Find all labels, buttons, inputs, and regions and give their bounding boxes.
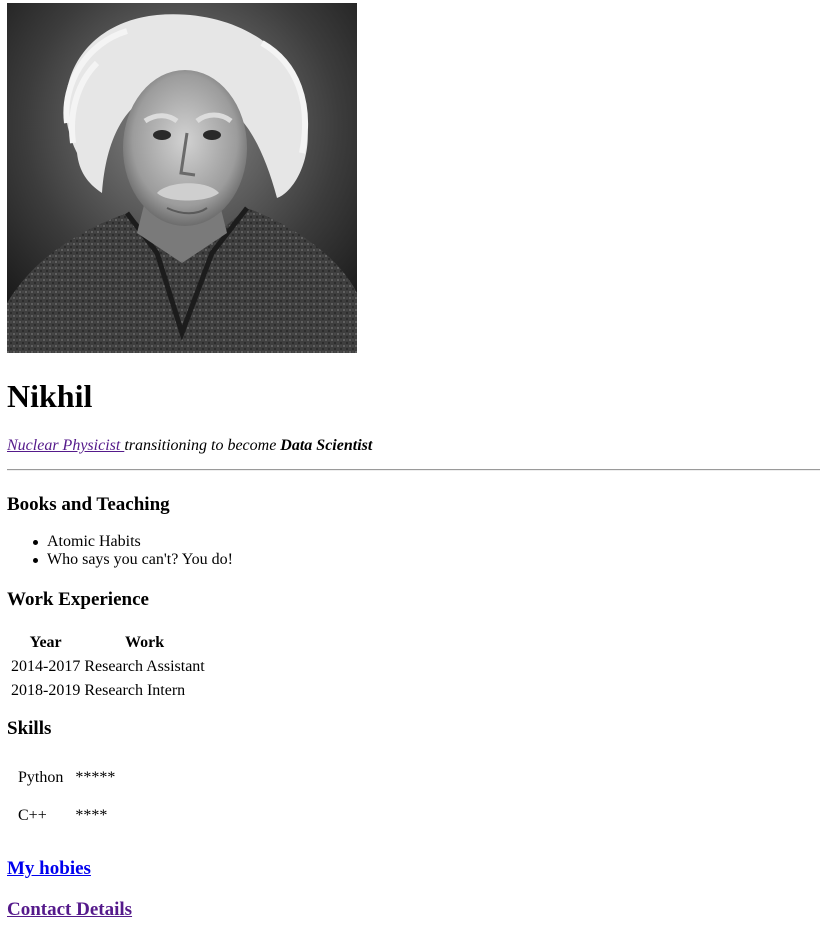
- contact-details-link[interactable]: Contact Details: [7, 899, 132, 920]
- list-item: Who says you can't? You do!: [33, 551, 233, 568]
- skill-name: C++: [18, 807, 47, 824]
- skills-heading: Skills: [7, 718, 52, 739]
- column-header-work: Work: [124, 634, 165, 651]
- profile-photo: [7, 3, 357, 353]
- skill-name: Python: [18, 769, 64, 786]
- work-experience-table: Year Work 2014-2017 Research Assistant 2…: [8, 630, 208, 704]
- table-header-row: Year Work: [10, 632, 206, 654]
- profile-name: Nikhil: [7, 378, 93, 414]
- table-row: C++ ****: [10, 798, 121, 834]
- table-cell-year: 2018-2019: [11, 682, 81, 699]
- list-item: Atomic Habits: [33, 533, 233, 551]
- tagline-text: transitioning to become: [124, 437, 281, 454]
- column-header-year: Year: [29, 634, 62, 651]
- skill-rating: ****: [75, 807, 108, 824]
- table-row: 2018-2019 Research Intern: [10, 680, 206, 702]
- table-row: Python *****: [10, 760, 121, 796]
- profile-tagline: Nuclear Physicist transitioning to becom…: [7, 437, 372, 455]
- work-experience-heading: Work Experience: [7, 589, 149, 610]
- horizontal-divider: [7, 469, 820, 471]
- table-cell-year: 2014-2017: [11, 658, 81, 675]
- skills-table: Python ***** C++ ****: [8, 758, 123, 836]
- tagline-target-role: Data Scientist: [280, 437, 373, 454]
- portrait-photo-icon: [7, 3, 357, 353]
- skill-rating: *****: [75, 769, 116, 786]
- books-list: Atomic Habits Who says you can't? You do…: [33, 533, 233, 569]
- table-cell-work: Research Assistant: [84, 658, 205, 675]
- table-cell-work: Research Intern: [84, 682, 186, 699]
- table-row: 2014-2017 Research Assistant: [10, 656, 206, 678]
- books-heading: Books and Teaching: [7, 494, 170, 515]
- profession-link[interactable]: Nuclear Physicist: [7, 437, 124, 454]
- hobbies-link[interactable]: My hobies: [7, 858, 91, 879]
